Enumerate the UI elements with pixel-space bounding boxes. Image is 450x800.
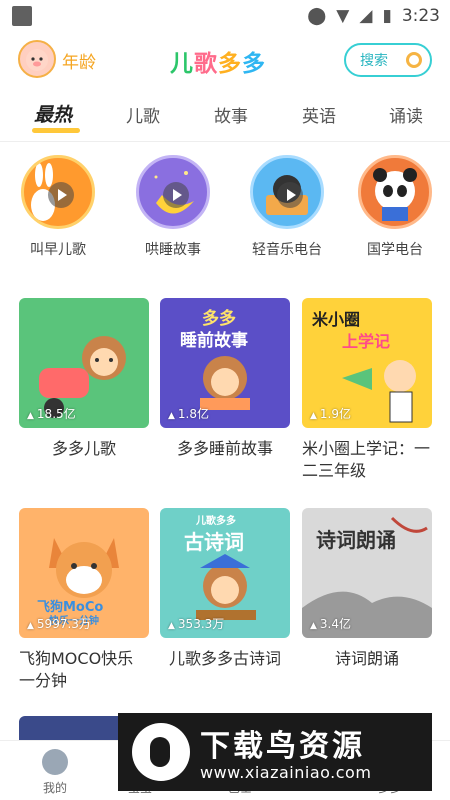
radio-label: 轻音乐电台: [252, 242, 322, 258]
radio-light-music-icon: [250, 155, 324, 229]
album-card[interactable]: 米小圈 上学记 1.9亿 米小圈上学记：一二三年级: [302, 298, 432, 482]
nav-mine[interactable]: 我的: [15, 749, 95, 796]
album-title: 儿歌多多古诗词: [168, 649, 281, 668]
app-logo: 儿歌多多: [170, 51, 266, 77]
album-title: 飞狗MOCO快乐一分钟: [19, 649, 134, 690]
play-count: 5997.3万: [27, 615, 91, 632]
wifi-icon: ▼: [336, 6, 350, 26]
notification-icon: [12, 6, 32, 26]
app-header: 年龄 儿歌多多 搜索: [0, 36, 450, 86]
search-icon: [406, 52, 422, 68]
radio-morning-songs-icon: [21, 155, 95, 229]
tab-recite[interactable]: 诵读: [389, 102, 423, 127]
play-count: 18.5亿: [27, 405, 76, 422]
album-card[interactable]: 儿歌多多 古诗词 353.3万 儿歌多多古诗词: [160, 508, 290, 670]
radio-label: 国学电台: [367, 242, 423, 258]
divider: [0, 141, 450, 142]
battery-icon: ▮: [382, 6, 392, 26]
album-cover: 18.5亿: [19, 298, 149, 428]
album-title: 诗词朗诵: [334, 649, 399, 668]
album-title: 多多儿歌: [51, 439, 116, 458]
clock: 3:23: [401, 6, 440, 26]
tab-english[interactable]: 英语: [302, 102, 336, 127]
play-icon: [48, 182, 74, 208]
play-count: 1.9亿: [310, 405, 351, 422]
radio-light-music[interactable]: 轻音乐电台: [242, 155, 332, 259]
play-count: 3.4亿: [310, 615, 351, 632]
profile-icon: [42, 749, 68, 775]
radio-label: 哄睡故事: [145, 242, 201, 258]
age-selector[interactable]: 年龄: [62, 48, 96, 73]
active-tab-indicator: [32, 128, 80, 133]
album-card[interactable]: 飞狗MoCo 快乐一分钟 5997.3万 飞狗MOCO快乐一分钟: [19, 508, 149, 692]
status-icons: ⬤ ▼ ◢ ▮ 3:23: [307, 5, 440, 27]
radio-morning-songs[interactable]: 叫早儿歌: [13, 155, 103, 259]
album-cover: 儿歌多多 古诗词 353.3万: [160, 508, 290, 638]
search-button[interactable]: 搜索: [344, 43, 432, 77]
tab-songs[interactable]: 儿歌: [126, 102, 160, 127]
album-cover: 多多 睡前故事 1.8亿: [160, 298, 290, 428]
album-title: 米小圈上学记：一二三年级: [302, 439, 431, 480]
play-count: 353.3万: [168, 615, 224, 632]
signal-icon: ◢: [359, 6, 373, 26]
radio-chinese-classics[interactable]: 国学电台: [350, 155, 440, 259]
radio-stations: 叫早儿歌 哄睡故事 轻音乐电台 国学电台: [0, 155, 450, 275]
album-card[interactable]: 18.5亿 多多儿歌: [19, 298, 149, 460]
album-card[interactable]: 诗词朗诵 3.4亿 诗词朗诵: [302, 508, 432, 670]
album-cover: 米小圈 上学记 1.9亿: [302, 298, 432, 428]
radio-bedtime-stories-icon: [136, 155, 210, 229]
category-tabs: 最热 儿歌 故事 英语 诵读: [0, 96, 450, 138]
watermark-title: 下载鸟资源: [200, 729, 365, 764]
album-card[interactable]: 多多 睡前故事 1.8亿 多多睡前故事: [160, 298, 290, 460]
tab-hot[interactable]: 最热: [34, 100, 72, 127]
age-avatar-icon[interactable]: [18, 40, 56, 78]
play-count: 1.8亿: [168, 405, 209, 422]
album-cover: 飞狗MoCo 快乐一分钟 5997.3万: [19, 508, 149, 638]
album-cover: 诗词朗诵 3.4亿: [302, 508, 432, 638]
location-icon: ⬤: [307, 6, 327, 26]
play-icon: [163, 182, 189, 208]
radio-chinese-classics-icon: [358, 155, 432, 229]
tab-stories[interactable]: 故事: [214, 102, 248, 127]
watermark-banner: 下载鸟资源 www.xiazainiao.com: [118, 713, 432, 791]
album-title: 多多睡前故事: [176, 439, 273, 458]
watermark-url: www.xiazainiao.com: [200, 763, 372, 782]
nav-label: 我的: [42, 781, 67, 795]
radio-label: 叫早儿歌: [30, 242, 86, 258]
bird-logo-icon: [132, 723, 190, 781]
search-label: 搜索: [360, 53, 388, 69]
status-bar: ⬤ ▼ ◢ ▮ 3:23: [0, 0, 450, 32]
play-icon: [277, 182, 303, 208]
radio-bedtime-stories[interactable]: 哄睡故事: [128, 155, 218, 259]
